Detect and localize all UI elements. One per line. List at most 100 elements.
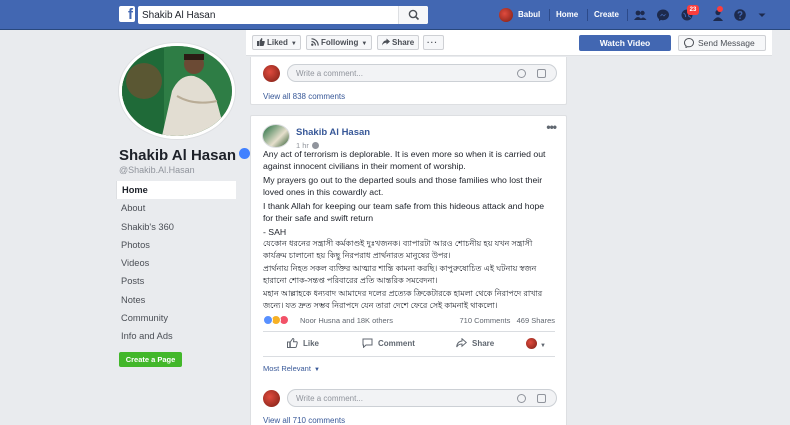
post-paragraph-bangla: প্রার্থনায় নিহত সকল ব্যক্তির আত্মার শান… <box>263 264 537 285</box>
like-thumb-icon <box>287 338 298 348</box>
post-paragraph: Any act of terrorism is deplorable. It i… <box>263 149 546 171</box>
share-page-button[interactable]: Share <box>377 35 419 50</box>
sticker-icon[interactable] <box>537 394 546 403</box>
nav-item-community[interactable]: Community <box>116 309 236 327</box>
top-navigation-bar: f Babul Home Create 23 <box>0 0 790 30</box>
liked-label: Liked <box>267 38 288 47</box>
like-reaction-icon <box>263 315 273 325</box>
nav-divider <box>587 9 588 21</box>
previous-post-card: Write a comment... View all 838 comments <box>250 57 567 105</box>
send-message-button[interactable]: Send Message <box>678 35 766 51</box>
shares-count[interactable]: 469 Shares <box>517 316 555 325</box>
following-label: Following <box>321 38 359 47</box>
page-notification-dot <box>717 6 723 12</box>
page-action-bar: Liked ▼ Following ▼ Share ··· Watch Video … <box>246 30 772 56</box>
comment-input[interactable]: Write a comment... <box>287 389 557 407</box>
nav-divider <box>549 9 550 21</box>
watch-video-button[interactable]: Watch Video <box>579 35 671 51</box>
search-input[interactable] <box>142 8 397 22</box>
share-arrow-icon <box>382 38 390 46</box>
rss-following-icon <box>311 38 319 46</box>
page-name: Shakib Al Hasan <box>119 147 236 164</box>
following-dropdown-chevron-icon: ▼ <box>361 41 368 47</box>
nav-divider <box>627 9 628 21</box>
right-sidebar <box>578 60 772 425</box>
send-message-label: Send Message <box>698 38 755 48</box>
nav-item-videos[interactable]: Videos <box>116 254 236 272</box>
emoji-icon[interactable] <box>517 69 526 78</box>
messenger-bubble-icon <box>684 38 694 48</box>
comment-input[interactable]: Write a comment... <box>287 64 557 82</box>
sort-chevron-down-icon: ▼ <box>313 367 320 373</box>
post-paragraph: My prayers go out to the departed souls … <box>263 175 543 197</box>
nav-item-info-and-ads[interactable]: Info and Ads <box>116 327 236 345</box>
comment-label: Comment <box>378 339 415 348</box>
nav-item-shakibs-360[interactable]: Shakib's 360 <box>116 218 236 236</box>
comment-composer: Write a comment... <box>263 389 557 407</box>
post-as-selector[interactable]: ▼ <box>526 338 546 352</box>
notification-count-badge: 23 <box>687 5 699 15</box>
friend-requests-icon[interactable] <box>633 8 647 22</box>
profile-picture[interactable] <box>119 43 235 139</box>
like-button[interactable]: Like <box>287 338 319 352</box>
reactions-names: Noor Husna and 18K others <box>300 316 393 325</box>
nav-create-link[interactable]: Create <box>594 10 619 19</box>
page-handle[interactable]: @Shakib.Al.Hasan <box>119 165 195 175</box>
comment-button[interactable]: Comment <box>362 338 415 352</box>
sticker-icon[interactable] <box>537 69 546 78</box>
search-button[interactable] <box>398 6 428 24</box>
nav-item-photos[interactable]: Photos <box>116 236 236 254</box>
share-label: Share <box>392 38 415 47</box>
help-icon[interactable] <box>733 8 747 22</box>
more-options-button[interactable]: ··· <box>423 35 444 50</box>
post-card: Shakib Al Hasan 1 hr ••• Any act of terr… <box>250 115 567 425</box>
messenger-icon[interactable] <box>656 8 670 22</box>
post-paragraph: - SAH <box>263 227 287 237</box>
nav-item-about[interactable]: About <box>116 199 236 217</box>
comment-sort-label: Most Relevant <box>263 364 311 373</box>
user-avatar <box>499 8 513 22</box>
share-label: Share <box>472 339 495 348</box>
nav-item-notes[interactable]: Notes <box>116 291 236 309</box>
post-paragraph-bangla: মহান আল্লাহকে ধন্যবাদ আমাদের দলের প্রত্য… <box>263 289 543 310</box>
page-left-navigation: Home About Shakib's 360 Photos Videos Po… <box>116 181 236 346</box>
thumbs-up-icon <box>257 38 265 46</box>
view-all-comments-link[interactable]: View all 838 comments <box>263 92 345 101</box>
share-arrow-icon <box>456 338 467 348</box>
verified-badge-icon <box>238 148 250 159</box>
emoji-icon[interactable] <box>517 394 526 403</box>
search-icon <box>408 9 420 21</box>
comment-composer: Write a comment... <box>263 64 557 82</box>
divider <box>263 331 555 332</box>
post-paragraph-bangla: যেকোন ধরনের সন্ত্রাসী কর্মকাণ্ডই দুঃখজনক… <box>263 239 533 260</box>
reactions-summary[interactable]: Noor Husna and 18K others 710 Comments 4… <box>263 315 555 327</box>
comments-count[interactable]: 710 Comments <box>460 316 511 325</box>
share-button[interactable]: Share <box>456 338 494 352</box>
post-counts: 710 Comments 469 Shares <box>460 316 556 325</box>
post-author-avatar[interactable] <box>262 124 290 148</box>
nav-home-link[interactable]: Home <box>556 10 578 19</box>
page-title: Shakib Al Hasan <box>119 147 250 164</box>
like-label: Like <box>303 339 320 348</box>
post-options-icon[interactable]: ••• <box>546 120 557 134</box>
post-as-avatar <box>526 338 537 349</box>
post-author-name[interactable]: Shakib Al Hasan <box>296 127 370 138</box>
divider <box>263 356 555 357</box>
post-as-chevron-down-icon: ▼ <box>540 343 546 349</box>
nav-item-home[interactable]: Home <box>116 181 236 200</box>
search-box <box>138 6 428 24</box>
liked-button[interactable]: Liked ▼ <box>252 35 301 50</box>
comment-bubble-icon <box>362 338 373 348</box>
create-page-button[interactable]: Create a Page <box>119 352 182 367</box>
user-name: Babul <box>518 10 541 19</box>
liked-dropdown-chevron-icon: ▼ <box>290 41 297 47</box>
following-button[interactable]: Following ▼ <box>306 35 372 50</box>
comment-sort-dropdown[interactable]: Most Relevant ▼ <box>263 364 320 373</box>
nav-item-posts[interactable]: Posts <box>116 272 236 290</box>
view-all-comments-link[interactable]: View all 710 comments <box>263 416 345 425</box>
profile-photo-illustration <box>122 46 232 136</box>
comment-placeholder: Write a comment... <box>296 69 363 78</box>
facebook-logo-icon[interactable]: f <box>119 6 135 22</box>
account-menu-chevron-down-icon[interactable] <box>755 8 769 22</box>
commenter-avatar <box>263 390 280 407</box>
